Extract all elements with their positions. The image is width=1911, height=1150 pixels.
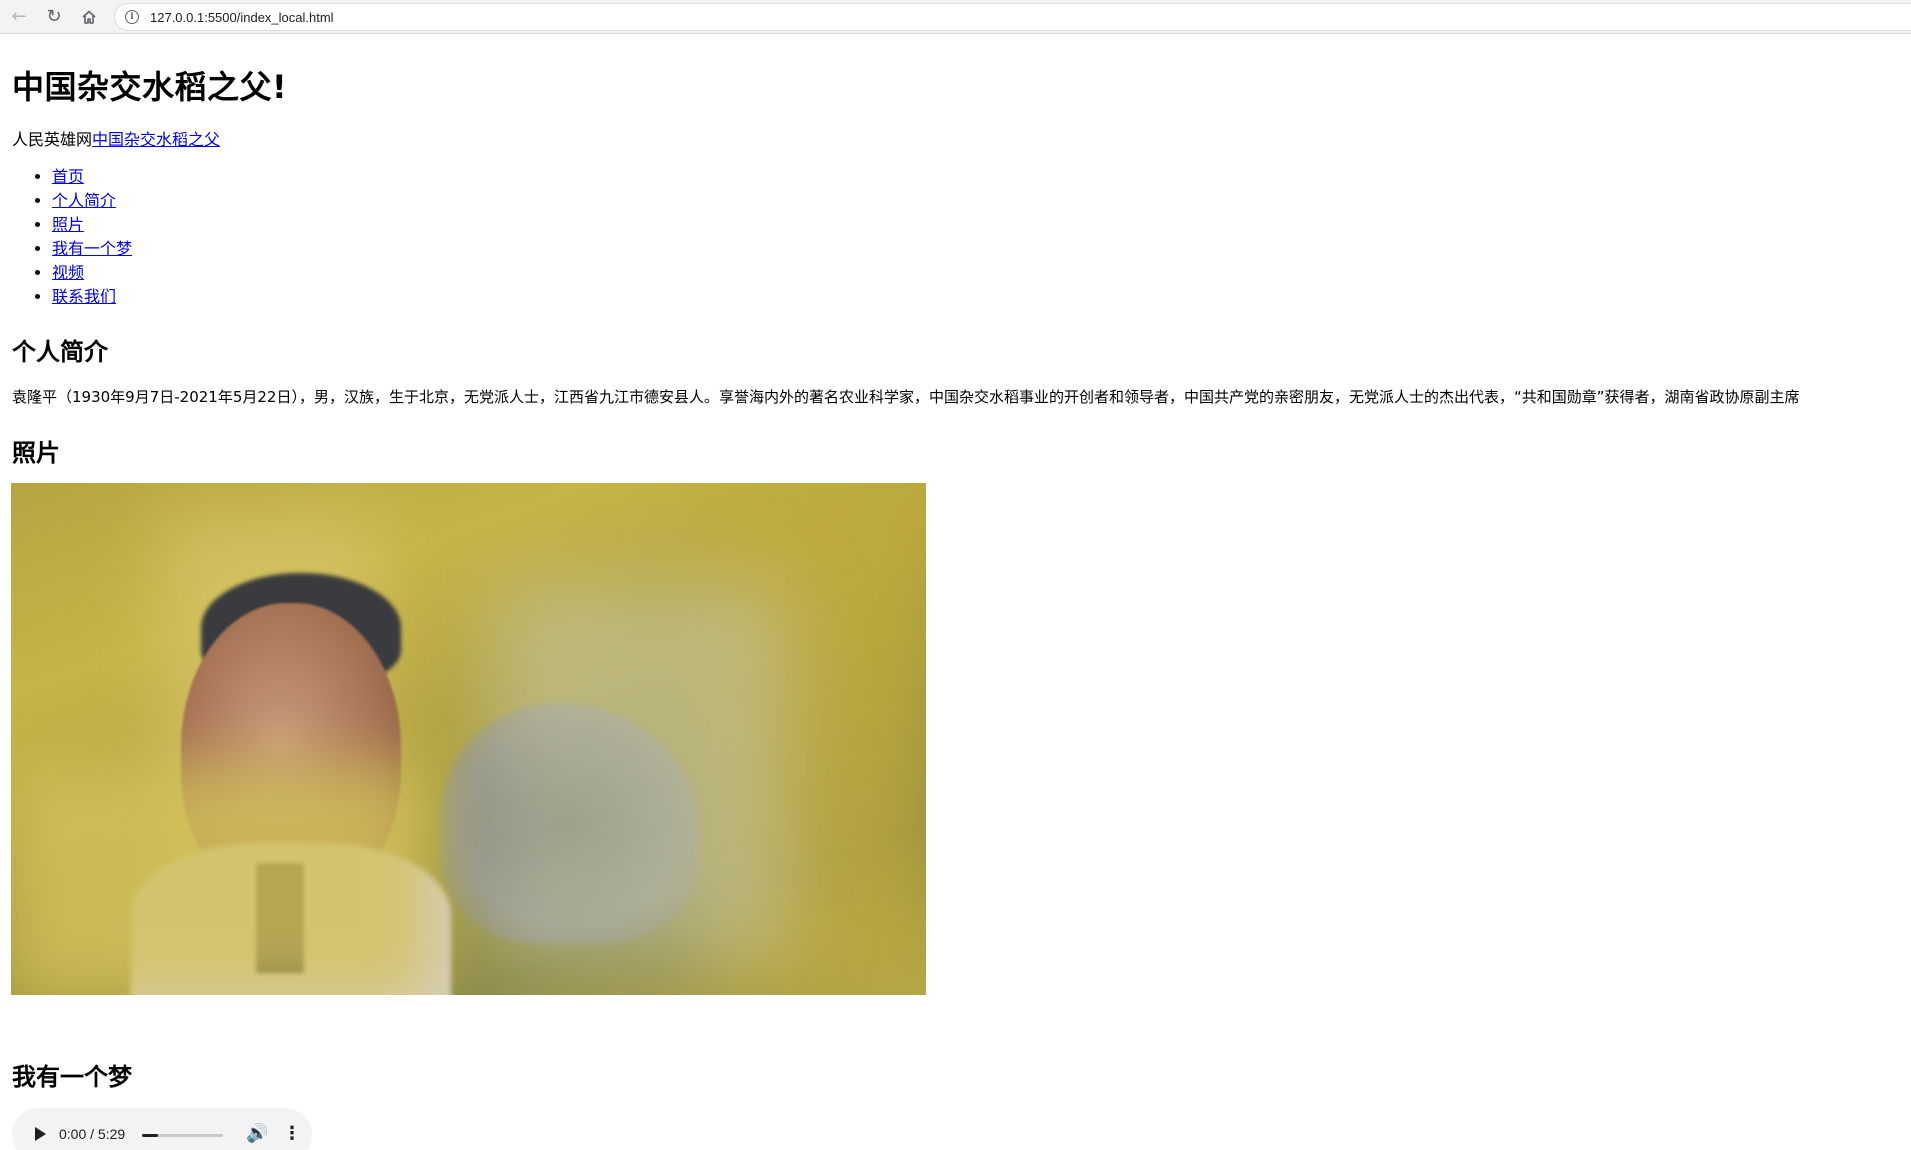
nav-item: 照片	[52, 213, 132, 237]
photo-blur-layer	[11, 763, 431, 995]
nav-list: 首页 个人简介 照片 我有一个梦 视频 联系我们	[12, 165, 132, 309]
nav-item: 首页	[52, 165, 132, 189]
subtitle-link[interactable]: 中国杂交水稻之父	[92, 130, 220, 149]
page-viewport: 中国杂交水稻之父! 人民英雄网中国杂交水稻之父 首页 个人简介 照片 我有一个梦…	[0, 34, 1911, 1150]
photos-heading: 照片	[12, 439, 60, 467]
nav-link-intro[interactable]: 个人简介	[52, 191, 116, 210]
nav-link-dream[interactable]: 我有一个梦	[52, 239, 132, 258]
address-bar[interactable]: i 127.0.0.1:5500/index_local.html	[114, 3, 1911, 31]
nav-item: 个人简介	[52, 189, 132, 213]
info-icon[interactable]: i	[125, 10, 139, 24]
subtitle: 人民英雄网中国杂交水稻之父	[12, 126, 220, 150]
volume-icon[interactable]: 🔊	[246, 1123, 268, 1144]
nav-link-photos[interactable]: 照片	[52, 215, 84, 234]
nav-item: 视频	[52, 261, 132, 285]
page-title: 中国杂交水稻之父!	[12, 68, 288, 106]
portrait-photo	[11, 483, 926, 995]
back-arrow-icon[interactable]: ←	[6, 4, 32, 30]
more-vertical-icon[interactable]: ⋮	[283, 1123, 301, 1144]
nav-link-contact[interactable]: 联系我们	[52, 287, 116, 306]
audio-player: 0:00 / 5:29 🔊 ⋮	[12, 1108, 312, 1150]
audio-progress-track[interactable]	[142, 1134, 223, 1137]
browser-toolbar: ← ↻ i 127.0.0.1:5500/index_local.html	[0, 0, 1911, 34]
play-icon[interactable]	[35, 1127, 46, 1141]
dream-heading: 我有一个梦	[12, 1063, 132, 1091]
reload-icon[interactable]: ↻	[41, 4, 67, 30]
intro-heading: 个人简介	[12, 338, 108, 366]
photo-blur-layer	[491, 583, 791, 963]
nav-item: 联系我们	[52, 285, 132, 309]
nav-item: 我有一个梦	[52, 237, 132, 261]
url-text[interactable]: 127.0.0.1:5500/index_local.html	[150, 10, 334, 25]
audio-time: 0:00 / 5:29	[59, 1126, 126, 1142]
home-icon[interactable]	[76, 4, 102, 30]
audio-progress-fill	[142, 1134, 159, 1137]
subtitle-prefix: 人民英雄网	[12, 130, 93, 149]
nav-link-home[interactable]: 首页	[52, 167, 84, 186]
bio-text: 袁隆平（1930年9月7日-2021年5月22日），男，汉族，生于北京，无党派人…	[12, 388, 1800, 406]
nav-link-video[interactable]: 视频	[52, 263, 84, 282]
